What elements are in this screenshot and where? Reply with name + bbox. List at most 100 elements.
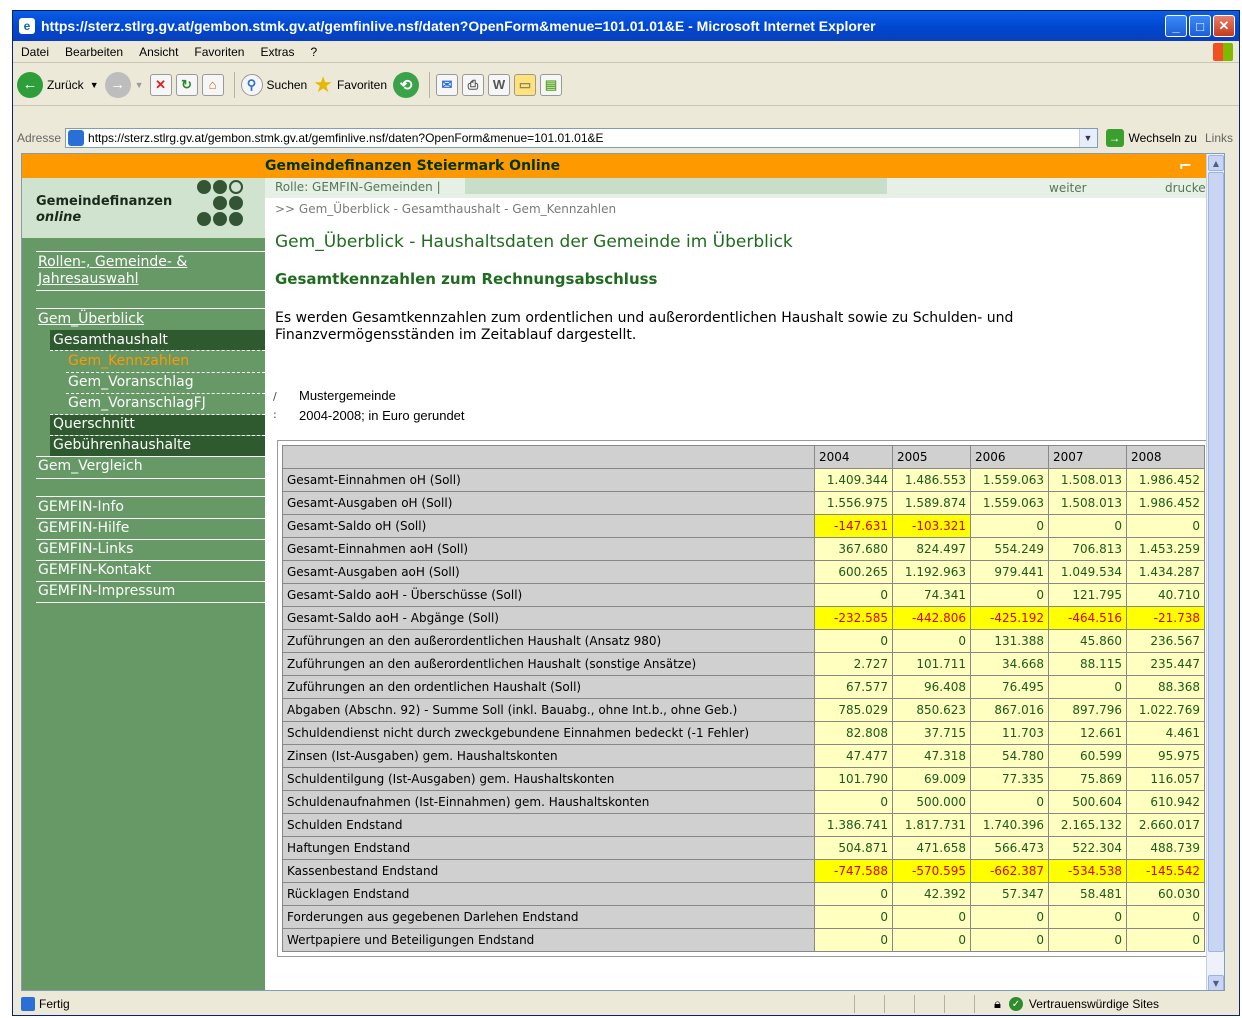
back-button[interactable]: ← Zurück ▼ xyxy=(17,71,99,98)
table-row: Gesamt-Ausgaben aoH (Soll) 600.265 1.192.9… xyxy=(282,560,1205,584)
value-cell: 74.341 xyxy=(892,583,971,607)
value-cell: 1.386.741 xyxy=(814,813,893,837)
menu-help[interactable]: ? xyxy=(302,45,325,59)
menu-bearbeiten[interactable]: Bearbeiten xyxy=(57,45,131,59)
sidebar-divider xyxy=(36,602,265,603)
print-icon[interactable]: ⎙ xyxy=(462,73,484,96)
table-row: Gesamt-Einnahmen oH (Soll) 1.409.344 1.486… xyxy=(282,468,1205,492)
sidebar-item-querschnitt[interactable]: Querschnitt xyxy=(53,416,135,432)
sidebar-item-gem-kennzahlen[interactable]: Gem_Kennzahlen xyxy=(68,353,189,369)
row-label: Zuführungen an den außerordentlichen Hau… xyxy=(282,629,815,653)
home-icon[interactable]: ⌂ xyxy=(201,73,224,96)
menu-favoriten[interactable]: Favoriten xyxy=(186,45,252,59)
lock-icon: 🔒︎ xyxy=(994,996,1001,1011)
sidebar-item-gem-voranschlag[interactable]: Gem_Voranschlag xyxy=(68,374,194,390)
security-zone: Vertrauenswürdige Sites xyxy=(1028,997,1159,1011)
value-cell: 236.567 xyxy=(1126,629,1205,653)
role-text: Rolle: GEMFIN-Gemeinden | xyxy=(275,180,441,194)
chevron-down-icon[interactable]: ▼ xyxy=(1078,129,1097,147)
sidebar-item-info[interactable]: GEMFIN-Info xyxy=(38,499,124,515)
sidebar-divider xyxy=(36,496,265,497)
table-row: Gesamt-Saldo aoH - Überschüsse (Soll) 0 74… xyxy=(282,583,1205,607)
sidebar-item-kontakt[interactable]: GEMFIN-Kontakt xyxy=(38,562,151,578)
star-icon: ★ xyxy=(313,71,333,97)
value-cell: 500.000 xyxy=(892,790,971,814)
value-cell: -232.585 xyxy=(814,606,893,630)
sidebar-item-gebuehrenhaushalte[interactable]: Gebührenhaushalte xyxy=(53,437,191,453)
weiter-link[interactable]: weiter xyxy=(1049,181,1087,195)
table-header-row: 2004 2005 2006 2007 2008 xyxy=(282,445,1205,469)
page-subtitle: Gesamtkennzahlen zum Rechnungsabschluss xyxy=(275,270,658,288)
close-button[interactable]: ✕ xyxy=(1213,15,1235,37)
value-cell: 0 xyxy=(1048,928,1127,952)
value-cell: -534.538 xyxy=(1048,859,1127,883)
row-label: Wertpapiere und Beteiligungen Endstand xyxy=(282,928,815,952)
value-cell: 2.660.017 xyxy=(1126,813,1205,837)
value-cell: 88.368 xyxy=(1126,675,1205,699)
sidebar-item-impressum[interactable]: GEMFIN-Impressum xyxy=(38,583,175,599)
municipality-name: Mustergemeinde xyxy=(299,388,396,403)
sidebar-item-jahresauswahl[interactable]: Jahresauswahl xyxy=(38,271,138,287)
value-cell: 101.711 xyxy=(892,652,971,676)
refresh-icon[interactable]: ↻ xyxy=(175,73,198,96)
value-cell: 47.318 xyxy=(892,744,971,768)
sidebar: Gemeindefinanzen online Rollen-, Gemeind… xyxy=(22,178,265,990)
value-cell: 1.986.452 xyxy=(1126,491,1205,515)
mail-icon[interactable]: ✉ xyxy=(436,73,458,96)
trusted-zone-icon: ✓ xyxy=(1008,997,1023,1011)
value-cell: 600.265 xyxy=(814,560,893,584)
logo-dots-icon xyxy=(191,178,251,234)
table-row: Zuführungen an den außerordentlichen Hau… xyxy=(282,629,1205,653)
value-cell: 0 xyxy=(970,790,1049,814)
research-icon[interactable]: ▤ xyxy=(540,73,562,96)
search-button[interactable]: ⚲ Suchen xyxy=(240,73,307,96)
value-cell: 1.508.013 xyxy=(1048,468,1127,492)
sidebar-item-gem-vergleich[interactable]: Gem_Vergleich xyxy=(38,458,143,474)
stop-icon[interactable]: ✕ xyxy=(149,73,172,96)
value-cell: 0 xyxy=(970,928,1049,952)
sidebar-item-hilfe[interactable]: GEMFIN-Hilfe xyxy=(38,520,129,536)
vertical-scrollbar[interactable]: ▲ ▼ xyxy=(1206,154,1224,990)
value-cell: 37.715 xyxy=(892,721,971,745)
table-header-year: 2008 xyxy=(1126,445,1205,469)
minimize-button[interactable]: _ xyxy=(1165,15,1187,37)
menu-datei[interactable]: Datei xyxy=(13,45,57,59)
sidebar-item-links[interactable]: GEMFIN-Links xyxy=(38,541,133,557)
go-button[interactable]: → Wechseln zu xyxy=(1105,129,1197,147)
chevron-down-icon: ▼ xyxy=(134,79,144,90)
value-cell: 0 xyxy=(1126,514,1205,538)
sidebar-divider xyxy=(36,308,265,309)
toolbar-separator xyxy=(233,71,235,98)
sidebar-item-gem-ueberblick[interactable]: Gem_Überblick xyxy=(38,311,144,327)
forward-button[interactable]: → ▼ xyxy=(104,71,144,98)
favorites-button[interactable]: ★ Favoriten xyxy=(313,72,387,98)
logo[interactable]: Gemeindefinanzen online xyxy=(22,178,265,238)
sidebar-divider xyxy=(36,560,265,561)
value-cell: 1.559.063 xyxy=(970,491,1049,515)
scroll-down-button[interactable]: ▼ xyxy=(1208,975,1224,990)
note-icon[interactable]: ▭ xyxy=(514,73,536,96)
value-cell: 1.556.975 xyxy=(814,491,893,515)
table-row: Gesamt-Ausgaben oH (Soll) 1.556.975 1.589.… xyxy=(282,491,1205,515)
sidebar-item-rollen[interactable]: Rollen-, Gemeinde- & xyxy=(38,254,187,270)
menu-ansicht[interactable]: Ansicht xyxy=(131,45,186,59)
history-icon[interactable]: ⟲ xyxy=(393,71,419,98)
maximize-button[interactable]: □ xyxy=(1189,15,1211,37)
sidebar-item-gesamthaushalt[interactable]: Gesamthaushalt xyxy=(53,332,168,348)
value-cell: -747.588 xyxy=(814,859,893,883)
row-label: Zinsen (Ist-Ausgaben) gem. Haushaltskont… xyxy=(282,744,815,768)
menu-extras[interactable]: Extras xyxy=(252,45,302,59)
sidebar-divider xyxy=(36,518,265,519)
scroll-up-button[interactable]: ▲ xyxy=(1208,155,1224,171)
links-button[interactable]: Links xyxy=(1205,131,1239,145)
address-input[interactable]: https://sterz.stlrg.gv.at/gembon.stmk.gv… xyxy=(65,128,1098,148)
edit-icon[interactable]: W xyxy=(488,73,510,96)
sidebar-divider xyxy=(36,539,265,540)
sidebar-item-gem-voranschlagfj[interactable]: Gem_VoranschlagFJ xyxy=(68,395,206,411)
value-cell: 60.599 xyxy=(1048,744,1127,768)
address-label: Adresse xyxy=(17,131,62,145)
status-text: Fertig xyxy=(39,997,70,1011)
value-cell: 0 xyxy=(814,928,893,952)
value-cell: 0 xyxy=(1048,514,1127,538)
scroll-thumb[interactable] xyxy=(1208,172,1224,952)
